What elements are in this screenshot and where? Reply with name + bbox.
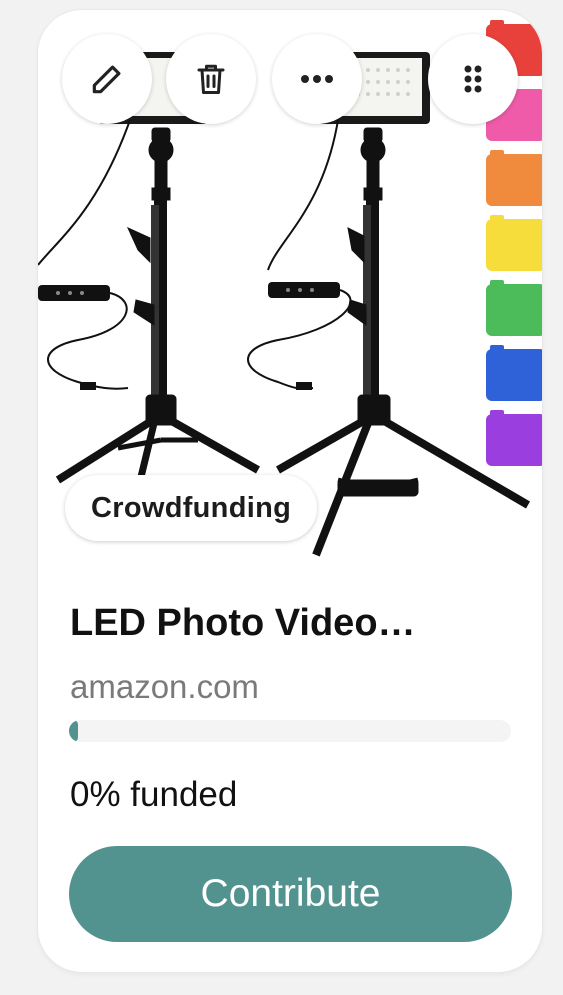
color-filter-tab <box>490 345 504 353</box>
color-filter-gel <box>486 349 542 401</box>
funding-progress-fill <box>69 720 78 742</box>
color-filter-gel <box>486 414 542 466</box>
more-options-button[interactable] <box>272 34 362 124</box>
drag-handle-icon <box>464 65 482 93</box>
product-title[interactable]: LED Photo Video… <box>70 602 416 645</box>
color-filter-gel <box>486 284 542 336</box>
funding-progress-bar <box>69 720 511 742</box>
product-domain: amazon.com <box>70 668 259 705</box>
product-card: Crowdfunding LED Photo Video… amazon.com… <box>38 10 542 972</box>
color-filter-gel <box>486 154 542 206</box>
edit-button[interactable] <box>62 34 152 124</box>
color-filter-tab <box>490 410 504 418</box>
edit-icon <box>92 65 121 94</box>
more-icon <box>301 75 333 83</box>
delete-button[interactable] <box>166 34 256 124</box>
funded-label: 0% funded <box>70 775 238 814</box>
product-image[interactable]: Crowdfunding <box>38 10 542 570</box>
color-filter-gel <box>486 219 542 271</box>
contribute-button[interactable]: Contribute <box>69 846 512 942</box>
color-filter-tab <box>490 280 504 288</box>
color-filter-tab <box>490 215 504 223</box>
delete-icon <box>197 64 225 94</box>
color-filter-tab <box>490 150 504 158</box>
drag-handle-button[interactable] <box>428 34 518 124</box>
color-filter-tab <box>490 20 504 28</box>
crowdfunding-badge: Crowdfunding <box>65 475 318 541</box>
